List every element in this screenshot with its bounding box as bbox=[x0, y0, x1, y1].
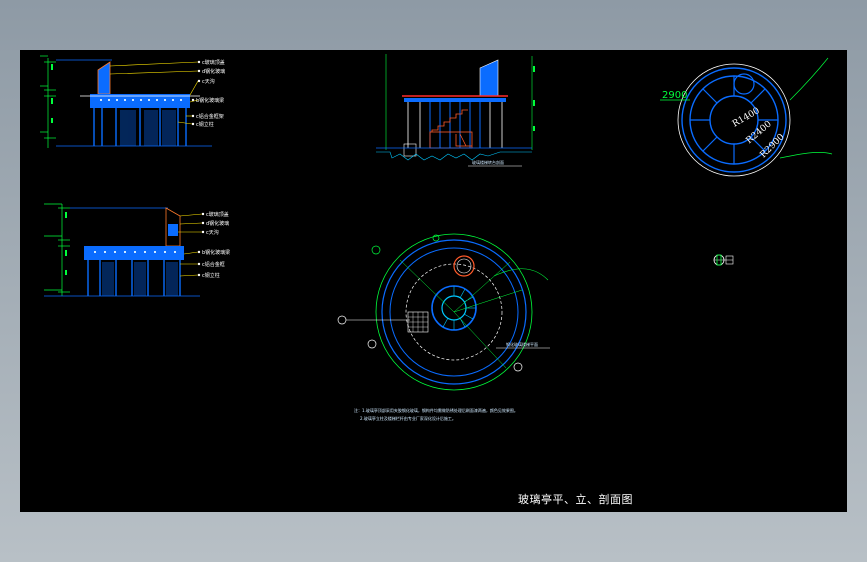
section-roof-band bbox=[404, 98, 506, 102]
side-elevation: c玻璃顶盖 d钢化玻璃 c天沟 b钢化玻璃梁 c铝合金框 c钢立柱 bbox=[44, 203, 230, 297]
side-label-gutter: c天沟 bbox=[206, 229, 219, 236]
plan-note: 钢化玻璃楼梯平面 bbox=[506, 341, 538, 347]
plan-grid-lines bbox=[408, 312, 428, 332]
section-stair bbox=[429, 109, 473, 149]
side-glass-panes bbox=[102, 262, 178, 296]
front-glass-panes bbox=[120, 110, 176, 146]
roof-plan: 2900 R1400 R2400 R2900 bbox=[660, 57, 833, 177]
section-view: 玻璃楼梯转台剖面 bbox=[376, 54, 535, 167]
cad-canvas: c玻璃顶盖 d钢化玻璃 c天沟 b钢化玻璃梁 c铝合金框架 c钢立柱 c玻璃顶盖… bbox=[40, 54, 833, 506]
front-glass-fin bbox=[97, 61, 111, 95]
front-label-beam: b钢化玻璃梁 bbox=[196, 97, 224, 104]
roof-dim-2900: 2900 bbox=[662, 90, 687, 101]
section-bench bbox=[403, 143, 417, 157]
side-label-frame: c铝合金框 bbox=[202, 261, 225, 268]
front-label-gutter: c天沟 bbox=[202, 78, 215, 85]
roof-dim-curve bbox=[789, 57, 829, 101]
floor-plan: 钢化玻璃楼梯平面 bbox=[337, 233, 550, 391]
front-level-markers bbox=[40, 55, 56, 148]
front-label-roof: c玻璃顶盖 bbox=[202, 59, 225, 66]
side-level-ticks bbox=[65, 212, 67, 275]
section-columns bbox=[407, 102, 503, 148]
notes-line-1: 注：1.玻璃亭顶部采用夹胶钢化玻璃，钢构件均需做防锈处理后刷面漆两遍，颜色见效果… bbox=[354, 407, 518, 413]
roof-radius-r2900: R2900 bbox=[759, 132, 787, 160]
front-elevation: c玻璃顶盖 d钢化玻璃 c天沟 b钢化玻璃梁 c铝合金框架 c钢立柱 bbox=[40, 55, 225, 148]
section-level-ticks bbox=[533, 66, 535, 131]
plan-axis-marker-d bbox=[513, 362, 523, 372]
plan-axis-marker-a bbox=[337, 315, 347, 325]
side-label-glass: d钢化玻璃 bbox=[206, 220, 229, 227]
front-level-ticks bbox=[51, 64, 53, 123]
notes: 注：1.玻璃亭顶部采用夹胶钢化玻璃，钢构件均需做防锈处理后刷面漆两遍，颜色见效果… bbox=[354, 407, 518, 421]
section-earth bbox=[376, 151, 532, 161]
section-note: 玻璃楼梯转台剖面 bbox=[472, 159, 504, 165]
section-glass-fin bbox=[479, 59, 499, 97]
roof-dim-curve-2 bbox=[779, 152, 833, 159]
front-label-column: c钢立柱 bbox=[196, 121, 214, 128]
roof-radius-group-3: R2900 bbox=[759, 132, 787, 160]
side-fin-panel bbox=[168, 224, 178, 236]
side-label-beam: b钢化玻璃梁 bbox=[202, 249, 230, 256]
drawing-sheet: c玻璃顶盖 d钢化玻璃 c天沟 b钢化玻璃梁 c铝合金框架 c钢立柱 c玻璃顶盖… bbox=[20, 50, 847, 512]
side-label-column: c钢立柱 bbox=[202, 272, 220, 279]
plan-axis-marker-b bbox=[367, 339, 377, 349]
plan-stair-core bbox=[441, 295, 467, 321]
front-label-frame: c铝合金框架 bbox=[196, 113, 224, 120]
section-infill bbox=[429, 102, 481, 148]
front-label-glass: d钢化玻璃 bbox=[202, 68, 225, 75]
side-leaders bbox=[178, 213, 203, 277]
side-label-roof: c玻璃顶盖 bbox=[206, 211, 229, 218]
plan-axis-marker-c bbox=[371, 245, 381, 255]
drawing-title: 玻璃亭平、立、剖面图 bbox=[518, 492, 633, 506]
notes-line-2: 2.玻璃亭立柱及楼梯栏杆由专业厂家深化设计后施工。 bbox=[360, 415, 456, 421]
plan-column-core bbox=[456, 258, 472, 274]
north-symbol bbox=[713, 254, 734, 266]
plan-stair-treads bbox=[442, 286, 476, 330]
